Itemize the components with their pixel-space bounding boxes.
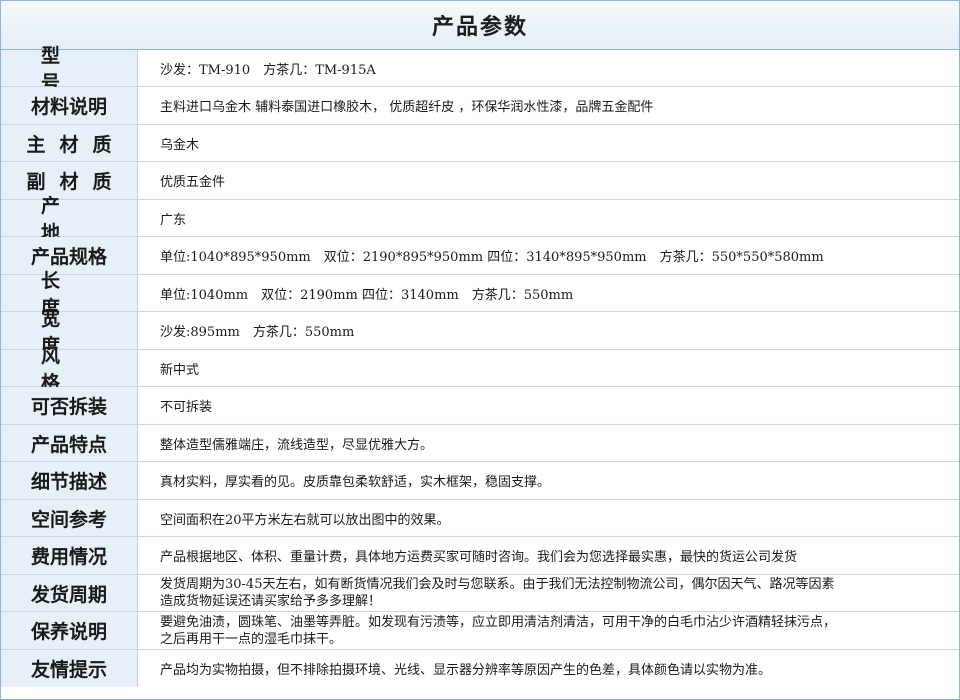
value-space: 空间面积在20平方米左右就可以放出图中的效果。: [160, 512, 450, 528]
label-shipping-cost: 费用情况: [1, 537, 138, 574]
value-main-material: 乌金木: [160, 137, 200, 153]
row-space: 空间参考 空间面积在20平方米左右就可以放出图中的效果。: [1, 500, 959, 537]
value-model: 沙发：TM-910 方茶几：TM-915A: [160, 62, 376, 78]
value-origin: 广东: [160, 212, 187, 228]
label-style: 风格: [1, 345, 138, 394]
row-origin: 产地 广东: [1, 195, 959, 244]
label-features: 产品特点: [1, 425, 138, 461]
value-sub-material: 优质五金件: [160, 175, 226, 190]
row-care: 保养说明 要避免油渍，圆珠笔、油墨等弄脏。如发现有污渍等，应立即用清洁剂清洁，可…: [1, 612, 959, 650]
value-width: 沙发:895mm 方茶几：550mm: [160, 325, 355, 340]
row-features: 产品特点 整体造型儒雅端庄，流线造型，尽显优雅大方。: [1, 425, 959, 462]
row-delivery: 发货周期 发货周期为30-45天左右，如有断货情况我们会及时与您联系。由于我们无…: [1, 575, 959, 612]
label-notice: 友情提示: [1, 650, 138, 687]
row-width: 宽度 沙发:895mm 方茶几：550mm: [1, 308, 959, 357]
value-features: 整体造型儒雅端庄，流线造型，尽显优雅大方。: [160, 437, 434, 453]
value-notice: 产品均为实物拍摄，但不排除拍摄环境、光线、显示器分辨率等原因产生的色差，具体颜色…: [160, 663, 772, 678]
row-length: 长度 单位:1040mm 双位：2190mm 四位：3140mm 方茶几：550…: [1, 270, 959, 319]
value-style: 新中式: [160, 362, 200, 378]
label-space: 空间参考: [1, 500, 138, 536]
label-delivery: 发货周期: [1, 575, 138, 611]
row-shipping-cost: 费用情况 产品根据地区、体积、重量计费，具体地方运费买家可随时咨询。我们会为您选…: [1, 537, 959, 575]
label-main-material: 主材质: [1, 125, 138, 161]
value-length: 单位:1040mm 双位：2190mm 四位：3140mm 方茶几：550mm: [160, 287, 574, 303]
table-title: 产品参数: [431, 15, 528, 40]
label-details: 细节描述: [1, 462, 138, 499]
label-materials: 材料说明: [1, 87, 138, 124]
row-sub-material: 副材质 优质五金件: [1, 162, 959, 200]
params-rows: 型号 沙发：TM-910 方茶几：TM-915A 材料说明 主料进口乌金木 辅料…: [1, 45, 959, 687]
table-header: 产品参数: [1, 1, 959, 50]
value-delivery: 发货周期为30-45天左右，如有断货情况我们会及时与您联系。由于我们无法控制物流…: [138, 575, 959, 611]
row-notice: 友情提示 产品均为实物拍摄，但不排除拍摄环境、光线、显示器分辨率等原因产生的色差…: [1, 650, 959, 687]
label-assembly: 可否拆装: [1, 387, 138, 424]
value-care-line: 要避免油渍，圆珠笔、油墨等弄脏。如发现有污渍等，应立即用清洁剂清洁，可用干净的白…: [160, 614, 837, 630]
label-origin: 产地: [1, 195, 138, 244]
row-specs: 产品规格 单位:1040*895*950mm 双位：2190*895*950mm…: [1, 237, 959, 275]
row-details: 细节描述 真材实料，厚实看的见。皮质靠包柔软舒适，实木框架，稳固支撑。: [1, 462, 959, 500]
label-care: 保养说明: [1, 612, 138, 649]
row-model: 型号 沙发：TM-910 方茶几：TM-915A: [1, 45, 959, 94]
row-style: 风格 新中式: [1, 345, 959, 394]
label-model: 型号: [1, 45, 138, 94]
row-main-material: 主材质 乌金木: [1, 125, 959, 162]
value-care-line: 之后再用干一点的湿毛巾抹干。: [160, 631, 343, 647]
row-materials: 材料说明 主料进口乌金木 辅料泰国进口橡胶木， 优质超纤皮 ，环保华润水性漆，品…: [1, 87, 959, 125]
value-assembly: 不可拆装: [160, 400, 213, 415]
value-delivery-line: 造成货物延误还请买家给予多多理解！: [160, 594, 382, 609]
value-shipping-cost: 产品根据地区、体积、重量计费，具体地方运费买家可随时咨询。我们会为您选择最实惠，…: [160, 550, 798, 565]
value-materials: 主料进口乌金木 辅料泰国进口橡胶木， 优质超纤皮 ，环保华润水性漆，品牌五金配件: [160, 100, 654, 115]
value-delivery-line: 发货周期为30-45天左右，如有断货情况我们会及时与您联系。由于我们无法控制物流…: [160, 577, 835, 592]
row-assembly: 可否拆装 不可拆装: [1, 387, 959, 425]
product-params-table: 产品参数 型号 沙发：TM-910 方茶几：TM-915A 材料说明 主料进口乌…: [0, 0, 960, 700]
value-specs: 单位:1040*895*950mm 双位：2190*895*950mm 四位：3…: [160, 250, 824, 265]
value-care: 要避免油渍，圆珠笔、油墨等弄脏。如发现有污渍等，应立即用清洁剂清洁，可用干净的白…: [138, 612, 959, 649]
value-details: 真材实料，厚实看的见。皮质靠包柔软舒适，实木框架，稳固支撑。: [160, 475, 551, 490]
